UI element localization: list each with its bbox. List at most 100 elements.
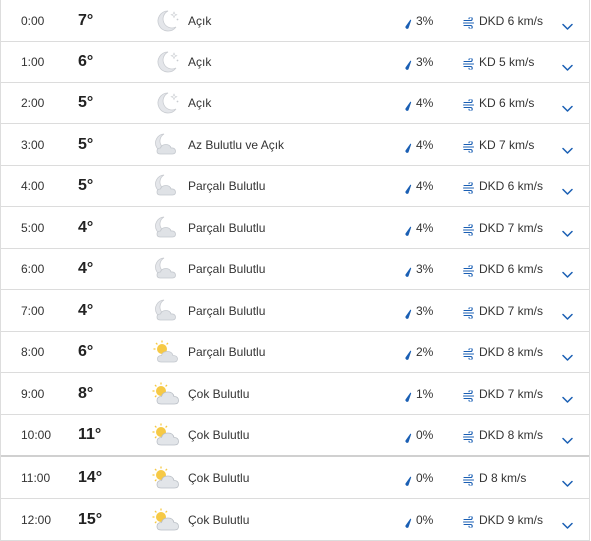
wind-icon (462, 222, 475, 236)
forecast-row[interactable]: 7:00 4° Parçalı Bulutlu 3% DKD 7 km/s (1, 290, 589, 332)
hour-time: 7:00 (21, 303, 45, 318)
hour-condition: Çok Bulutlu (188, 512, 250, 527)
precipitation-chance: 1% (416, 386, 434, 401)
raindrop-icon (404, 16, 412, 29)
wind-icon (462, 15, 475, 29)
hour-time: 10:00 (21, 428, 52, 442)
chevron-down-icon[interactable] (562, 17, 573, 30)
forecast-row[interactable]: 0:00 7° Açık 3% DKD 6 km/s (1, 0, 589, 42)
chevron-down-icon[interactable] (562, 224, 573, 237)
chevron-down-icon[interactable] (562, 349, 573, 361)
hour-condition: Parçalı Bulutlu (188, 220, 266, 235)
forecast-row[interactable]: 10:00 11° Çok Bulutlu 0% DKD 8 km/s (1, 415, 589, 457)
wind-info: DKD 8 km/s (479, 428, 544, 442)
forecast-row[interactable]: 3:00 5° Az Bulutlu ve Açık 4% KD 7 km/s (1, 124, 589, 166)
moon-cloud-icon (151, 132, 181, 158)
forecast-row[interactable]: 2:00 5° Açık 4% KD 6 km/s (1, 83, 589, 124)
chevron-down-icon[interactable] (562, 183, 573, 195)
raindrop-icon (404, 389, 412, 402)
forecast-row[interactable]: 12:00 15° Çok Bulutlu 0% DKD 9 km/s (1, 499, 589, 541)
hour-temperature: 15° (78, 510, 103, 528)
hour-condition: Açık (188, 96, 212, 110)
wind-icon (462, 430, 475, 444)
wind-icon (462, 472, 475, 486)
hour-time: 1:00 (21, 55, 45, 69)
wind-info: DKD 9 km/s (479, 512, 544, 527)
moon-cloud-icon (151, 298, 181, 324)
hourly-forecast-table: 0:00 7° Açık 3% DKD 6 km/s 1:00 6° Açık 3% KD 5 k… (0, 0, 590, 541)
hour-condition: Az Bulutlu ve Açık (188, 137, 285, 152)
precipitation-chance: 4% (416, 96, 434, 110)
hour-condition: Parçalı Bulutlu (188, 303, 266, 318)
hour-condition: Parçalı Bulutlu (188, 179, 266, 193)
cloud-sun-icon (151, 465, 181, 491)
hour-condition: Çok Bulutlu (188, 386, 250, 401)
chevron-down-icon[interactable] (562, 432, 573, 444)
sun-cloud-icon (151, 339, 181, 365)
chevron-down-icon[interactable] (562, 100, 573, 112)
precipitation-chance: 3% (416, 55, 434, 69)
hour-condition: Açık (188, 13, 212, 28)
hour-time: 0:00 (21, 13, 45, 28)
precipitation-chance: 3% (416, 13, 434, 28)
forecast-row[interactable]: 1:00 6° Açık 3% KD 5 km/s (1, 42, 589, 83)
chevron-down-icon[interactable] (562, 390, 573, 403)
wind-info: DKD 6 km/s (479, 262, 544, 276)
chevron-down-icon[interactable] (562, 474, 573, 487)
chevron-down-icon[interactable] (562, 266, 573, 278)
raindrop-icon (404, 140, 412, 153)
precipitation-chance: 3% (416, 262, 434, 276)
hour-condition: Çok Bulutlu (188, 428, 250, 442)
hour-temperature: 4° (78, 218, 94, 236)
hour-temperature: 11° (78, 426, 102, 443)
chevron-down-icon[interactable] (562, 516, 573, 529)
precipitation-chance: 0% (416, 470, 434, 485)
forecast-row[interactable]: 9:00 8° Çok Bulutlu 1% DKD 7 km/s (1, 373, 589, 415)
wind-info: D 8 km/s (479, 470, 527, 485)
wind-icon (462, 181, 475, 195)
hour-time: 12:00 (21, 512, 52, 527)
cloud-sun-icon (151, 381, 181, 407)
wind-icon (462, 264, 475, 278)
wind-info: KD 6 km/s (479, 96, 535, 110)
wind-info: DKD 6 km/s (479, 179, 544, 193)
hour-condition: Parçalı Bulutlu (188, 262, 266, 276)
moon-stars-icon (151, 8, 181, 34)
precipitation-chance: 3% (416, 303, 434, 318)
hour-time: 8:00 (21, 345, 45, 359)
precipitation-chance: 4% (416, 220, 434, 235)
hour-temperature: 5° (78, 94, 94, 111)
forecast-row[interactable]: 11:00 14° Çok Bulutlu 0% D 8 km/s (1, 457, 589, 499)
forecast-row[interactable]: 5:00 4° Parçalı Bulutlu 4% DKD 7 km/s (1, 207, 589, 249)
moon-stars-icon (151, 49, 181, 75)
precipitation-chance: 0% (416, 428, 434, 442)
hour-temperature: 4° (78, 260, 94, 277)
cloud-sun-icon (151, 422, 181, 448)
hour-condition: Parçalı Bulutlu (188, 345, 266, 359)
wind-icon (462, 57, 475, 71)
forecast-row[interactable]: 4:00 5° Parçalı Bulutlu 4% DKD 6 km/s (1, 166, 589, 207)
forecast-row[interactable]: 6:00 4° Parçalı Bulutlu 3% DKD 6 km/s (1, 249, 589, 290)
cloud-sun-icon (151, 507, 181, 533)
wind-icon (462, 139, 475, 153)
chevron-down-icon[interactable] (562, 307, 573, 320)
hour-time: 11:00 (21, 470, 51, 485)
chevron-down-icon[interactable] (562, 59, 573, 71)
hour-temperature: 7° (78, 11, 94, 29)
hour-temperature: 8° (78, 384, 94, 402)
forecast-row[interactable]: 8:00 6° Parçalı Bulutlu 2% DKD 8 km/s (1, 332, 589, 373)
moon-cloud-icon (151, 215, 181, 241)
wind-info: KD 5 km/s (479, 55, 535, 69)
hour-time: 6:00 (21, 262, 45, 276)
raindrop-icon (404, 430, 412, 443)
wind-icon (462, 347, 475, 361)
wind-info: DKD 8 km/s (479, 345, 544, 359)
moon-cloud-icon (151, 173, 181, 199)
hour-condition: Çok Bulutlu (188, 470, 250, 485)
hour-time: 2:00 (21, 96, 45, 110)
precipitation-chance: 2% (416, 345, 434, 359)
chevron-down-icon[interactable] (562, 141, 573, 154)
wind-icon (462, 98, 475, 112)
precipitation-chance: 4% (416, 179, 434, 193)
raindrop-icon (404, 347, 412, 360)
